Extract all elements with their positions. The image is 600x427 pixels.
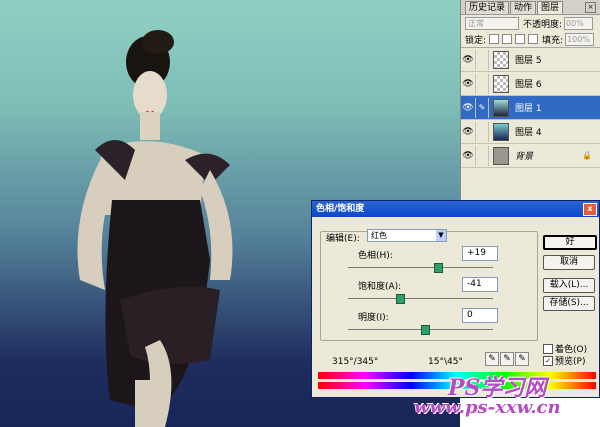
- dialog-title: 色相/饱和度: [316, 204, 365, 214]
- hue-field[interactable]: +19: [462, 246, 498, 261]
- layer-name: 图层 6: [515, 80, 542, 90]
- lightness-label: 明度(I):: [358, 313, 389, 323]
- range-left-label: 315°/345°: [332, 357, 379, 367]
- saturation-label: 饱和度(A):: [358, 282, 402, 292]
- edit-label: 编辑(E):: [326, 234, 360, 244]
- tab-history[interactable]: 历史记录: [465, 1, 510, 14]
- layer-row[interactable]: 👁 图层 5: [461, 48, 600, 72]
- opacity-label: 不透明度:: [523, 19, 563, 30]
- visibility-eye-icon[interactable]: 👁: [461, 79, 475, 89]
- layer-thumbnail: [493, 122, 509, 141]
- layer-list: 👁 图层 5 👁 图层 6 👁 ✎ 图层 1 👁 图层 4 👁 背景 🔒: [461, 48, 600, 168]
- hue-saturation-dialog: 色相/饱和度 x 编辑(E): 红色 ▼ 色相(H): +19 饱和度(A): …: [311, 200, 600, 398]
- preview-checkbox[interactable]: ✓ 预览(P): [543, 354, 585, 367]
- lightness-field[interactable]: 0: [462, 308, 498, 323]
- opacity-field[interactable]: 00%: [564, 16, 594, 30]
- tab-actions[interactable]: 动作: [510, 1, 537, 14]
- visibility-eye-icon[interactable]: 👁: [461, 55, 475, 65]
- layer-row[interactable]: 👁 图层 4: [461, 120, 600, 144]
- load-button[interactable]: 载入(L)...: [543, 278, 595, 293]
- layer-thumbnail: [493, 98, 509, 117]
- lock-icon: 🔒: [582, 151, 592, 160]
- range-right-label: 15°\45°: [428, 357, 463, 367]
- lock-label: 锁定:: [465, 35, 487, 46]
- hue-label: 色相(H):: [358, 251, 393, 261]
- layer-name: 图层 4: [515, 128, 542, 138]
- layer-thumbnail: [493, 50, 509, 69]
- layer-name: 图层 5: [515, 56, 542, 66]
- hue-slider-track[interactable]: [348, 267, 493, 268]
- cancel-button[interactable]: 取消: [543, 255, 595, 270]
- panel-tabs: 历史记录 动作 图层 ×: [461, 0, 600, 15]
- saturation-slider-track[interactable]: [348, 298, 493, 299]
- layer-row-selected[interactable]: 👁 ✎ 图层 1: [461, 96, 600, 120]
- link-icon[interactable]: [475, 73, 489, 94]
- blend-mode-select[interactable]: 正常: [465, 16, 519, 30]
- fill-label: 填充:: [542, 35, 564, 46]
- link-icon[interactable]: [475, 49, 489, 70]
- layer-name: 图层 1: [515, 104, 542, 114]
- lock-all-icon[interactable]: [528, 34, 539, 44]
- lock-transparent-icon[interactable]: [489, 34, 500, 44]
- edit-select-value: 红色: [371, 231, 387, 240]
- ok-button[interactable]: 好: [543, 235, 597, 250]
- save-button[interactable]: 存储(S)...: [543, 296, 595, 311]
- lock-position-icon[interactable]: [515, 34, 526, 44]
- eyedropper-icon[interactable]: ✎: [485, 352, 499, 366]
- layer-row[interactable]: 👁 图层 6: [461, 72, 600, 96]
- brush-icon[interactable]: ✎: [475, 97, 489, 118]
- dialog-title-bar[interactable]: 色相/饱和度 x: [312, 201, 599, 217]
- close-icon[interactable]: x: [583, 203, 597, 216]
- layer-row[interactable]: 👁 背景 🔒: [461, 144, 600, 168]
- checkmark-icon[interactable]: ✓: [543, 355, 553, 366]
- hue-slider-handle[interactable]: [434, 263, 443, 273]
- watermark-url: www.ps-xxw.cn: [414, 397, 561, 418]
- eyedropper-plus-icon[interactable]: ✎: [500, 352, 514, 366]
- colorize-box[interactable]: [543, 343, 553, 354]
- layers-panel: 历史记录 动作 图层 × 正常 不透明度: 00% 锁定: 填充: 100% 👁…: [460, 0, 600, 200]
- link-icon[interactable]: [475, 121, 489, 142]
- lock-image-icon[interactable]: [502, 34, 513, 44]
- saturation-slider-handle[interactable]: [396, 294, 405, 304]
- visibility-eye-icon[interactable]: 👁: [461, 151, 475, 161]
- eyedropper-minus-icon[interactable]: ✎: [515, 352, 529, 366]
- layer-name: 背景: [515, 152, 534, 162]
- lightness-slider-handle[interactable]: [421, 325, 430, 335]
- layer-thumbnail: [493, 74, 509, 93]
- link-icon[interactable]: [475, 145, 489, 166]
- saturation-field[interactable]: -41: [462, 277, 498, 292]
- visibility-eye-icon[interactable]: 👁: [461, 127, 475, 137]
- panel-close-icon[interactable]: ×: [585, 2, 596, 13]
- visibility-eye-icon[interactable]: 👁: [461, 103, 475, 113]
- chevron-down-icon[interactable]: ▼: [436, 230, 446, 241]
- edit-select[interactable]: 红色 ▼: [367, 229, 447, 242]
- layer-thumbnail: [493, 146, 509, 165]
- preview-label: 预览(P): [555, 357, 586, 367]
- tab-layers[interactable]: 图层: [537, 1, 564, 14]
- fill-field[interactable]: 100%: [565, 32, 595, 46]
